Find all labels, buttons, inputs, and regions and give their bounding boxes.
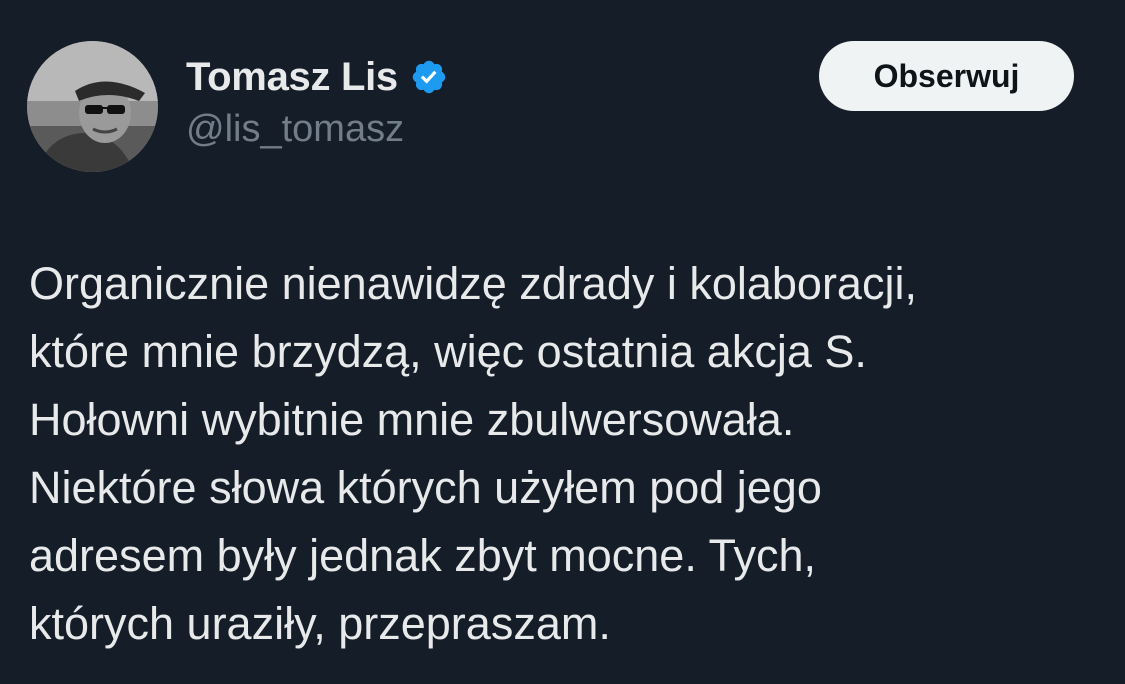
tweet-text-line: które mnie brzydzą, więc ostatnia akcja …: [29, 326, 867, 377]
tweet-text-line: Organicznie nienawidzę zdrady i kolabora…: [29, 258, 917, 309]
author-handle[interactable]: @lis_tomasz: [186, 108, 404, 151]
tweet-text-line: których uraziły, przepraszam.: [29, 598, 611, 649]
verified-badge-icon[interactable]: [410, 58, 448, 96]
avatar-photo: [27, 41, 158, 172]
tweet-card: Tomasz Lis @lis_tomasz Obserwuj Organicz…: [0, 0, 1125, 684]
author-display-name[interactable]: Tomasz Lis: [186, 55, 398, 100]
author-name-row: Tomasz Lis: [186, 52, 448, 102]
follow-button[interactable]: Obserwuj: [819, 41, 1074, 111]
tweet-text-line: Niektóre słowa których użyłem pod jego: [29, 462, 822, 513]
tweet-text-line: adresem były jednak zbyt mocne. Tych,: [29, 530, 817, 581]
avatar[interactable]: [27, 41, 158, 172]
tweet-text-line: Hołowni wybitnie mnie zbulwersowała.: [29, 394, 795, 445]
tweet-text: Organicznie nienawidzę zdrady i kolabora…: [29, 250, 1099, 658]
